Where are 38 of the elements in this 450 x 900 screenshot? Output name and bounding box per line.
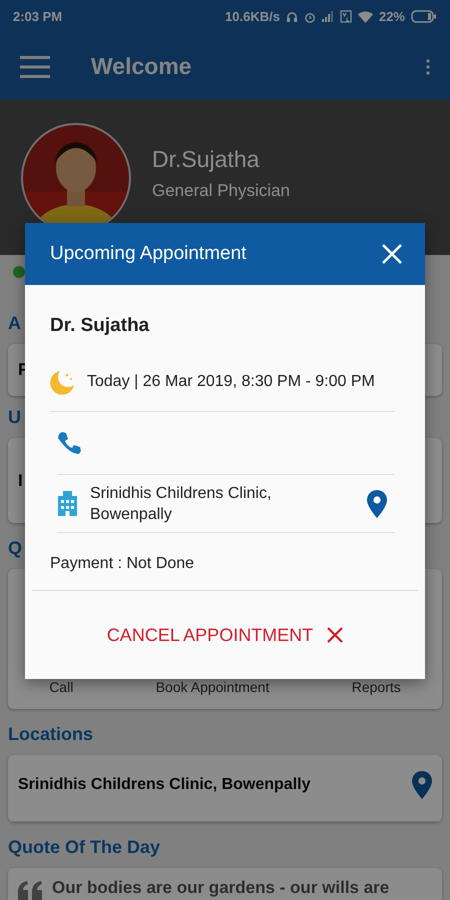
clinic-address: Srinidhis Childrens Clinic, Bowenpally bbox=[90, 484, 272, 524]
phone-icon[interactable] bbox=[57, 431, 81, 455]
section-heading: Quote Of The Day bbox=[8, 836, 160, 859]
section-heading: A bbox=[8, 312, 21, 335]
doctor-name: Dr. Sujatha bbox=[49, 314, 150, 338]
screen-title: Welcome bbox=[91, 53, 193, 80]
hospital-icon bbox=[57, 491, 78, 516]
card-text: I bbox=[18, 470, 23, 490]
appointment-time: Today | 26 Mar 2019, 8:30 PM - 9:00 PM bbox=[87, 373, 375, 391]
action-label[interactable]: Call bbox=[49, 679, 74, 695]
volte-icon bbox=[340, 10, 352, 23]
doctor-name: Dr.Sujatha bbox=[152, 146, 260, 173]
payment-status: Payment : Not Done bbox=[32, 533, 418, 591]
quote-mark-icon bbox=[18, 881, 44, 900]
doctor-specialty: General Physician bbox=[152, 181, 290, 201]
section-heading: U bbox=[8, 406, 21, 429]
close-button[interactable] bbox=[381, 243, 403, 265]
wifi-icon bbox=[358, 10, 373, 22]
battery-percent: 22% bbox=[378, 9, 405, 24]
action-label[interactable]: Book Appointment bbox=[156, 679, 270, 695]
battery-icon bbox=[411, 10, 437, 23]
clock-time: 2:03 PM bbox=[13, 9, 62, 24]
section-heading: Locations bbox=[8, 723, 94, 746]
location-pin-button[interactable] bbox=[367, 490, 387, 518]
more-options-button[interactable] bbox=[426, 58, 430, 74]
network-speed: 10.6KB/s bbox=[225, 9, 280, 24]
dialog-title: Upcoming Appointment bbox=[50, 243, 246, 265]
quote-text: Our bodies are our gardens - our wills are bbox=[52, 878, 390, 899]
action-label[interactable]: Reports bbox=[352, 679, 401, 695]
clinic-address: Srinidhis Childrens Clinic, Bowenpally bbox=[18, 776, 310, 794]
cancel-appointment-button[interactable]: CANCEL APPOINTMENT bbox=[106, 591, 344, 679]
section-heading: Q bbox=[8, 537, 22, 560]
moon-icon bbox=[50, 370, 75, 394]
location-pin-icon[interactable] bbox=[412, 771, 432, 799]
close-icon bbox=[327, 627, 344, 643]
menu-button[interactable] bbox=[20, 54, 50, 78]
headphones-icon bbox=[286, 10, 298, 22]
alarm-icon bbox=[304, 10, 316, 22]
